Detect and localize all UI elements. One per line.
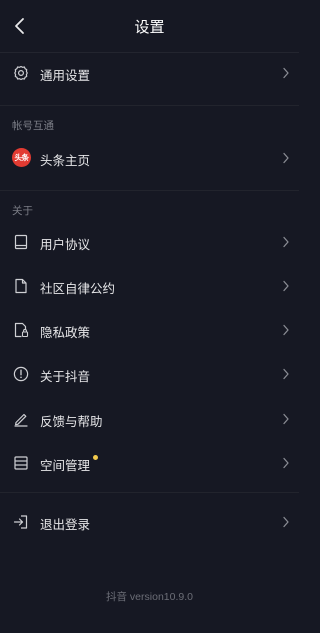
document-icon: [15, 278, 27, 294]
section-divider: [0, 190, 299, 191]
general-settings-row[interactable]: 通用设置: [0, 51, 299, 95]
page-title: 设置: [134, 19, 165, 36]
chevron-right-icon: [283, 368, 289, 380]
chevron-right-icon: [283, 152, 289, 164]
toutiao-logo-icon: 头条: [12, 148, 31, 167]
storage-management-label: 空间管理: [40, 459, 91, 473]
feedback-help-row[interactable]: 反馈与帮助: [0, 397, 299, 441]
privacy-policy-label: 隐私政策: [40, 326, 91, 340]
about-douyin-row[interactable]: 关于抖音: [0, 352, 299, 396]
gear-icon: [14, 65, 28, 81]
account-section-title: 帐号互通: [12, 120, 54, 132]
section-divider: [0, 105, 299, 106]
chevron-right-icon: [283, 236, 289, 248]
about-douyin-label: 关于抖音: [40, 370, 91, 384]
app-version-text: 抖音 version10.9.0: [106, 591, 193, 603]
notification-dot: [93, 455, 98, 460]
logout-label: 退出登录: [40, 518, 91, 532]
community-convention-row[interactable]: 社区自律公约: [0, 264, 299, 308]
chevron-right-icon: [283, 413, 289, 425]
storage-icon: [14, 456, 28, 470]
community-convention-label: 社区自律公约: [40, 282, 116, 296]
nav-bar: 设置: [0, 0, 299, 53]
toutiao-homepage-label: 头条主页: [40, 154, 91, 168]
general-settings-label: 通用设置: [40, 69, 91, 83]
chevron-right-icon: [283, 67, 289, 79]
user-agreement-label: 用户协议: [40, 238, 91, 252]
storage-management-row[interactable]: 空间管理: [0, 441, 299, 485]
user-agreement-row[interactable]: 用户协议: [0, 220, 299, 264]
about-section-title: 关于: [12, 205, 33, 217]
chevron-right-icon: [283, 457, 289, 469]
feedback-help-label: 反馈与帮助: [40, 415, 103, 429]
edit-pen-icon: [14, 413, 28, 427]
privacy-policy-row[interactable]: 隐私政策: [0, 308, 299, 352]
info-icon: [13, 366, 29, 382]
section-divider: [0, 492, 299, 493]
chevron-right-icon: [283, 324, 289, 336]
logout-icon: [13, 515, 28, 529]
privacy-lock-icon: [14, 322, 29, 338]
chevron-right-icon: [283, 516, 289, 528]
chevron-right-icon: [283, 280, 289, 292]
toutiao-homepage-row[interactable]: 头条 头条主页: [0, 136, 299, 180]
book-icon: [14, 234, 28, 250]
logout-row[interactable]: 退出登录: [0, 500, 299, 544]
